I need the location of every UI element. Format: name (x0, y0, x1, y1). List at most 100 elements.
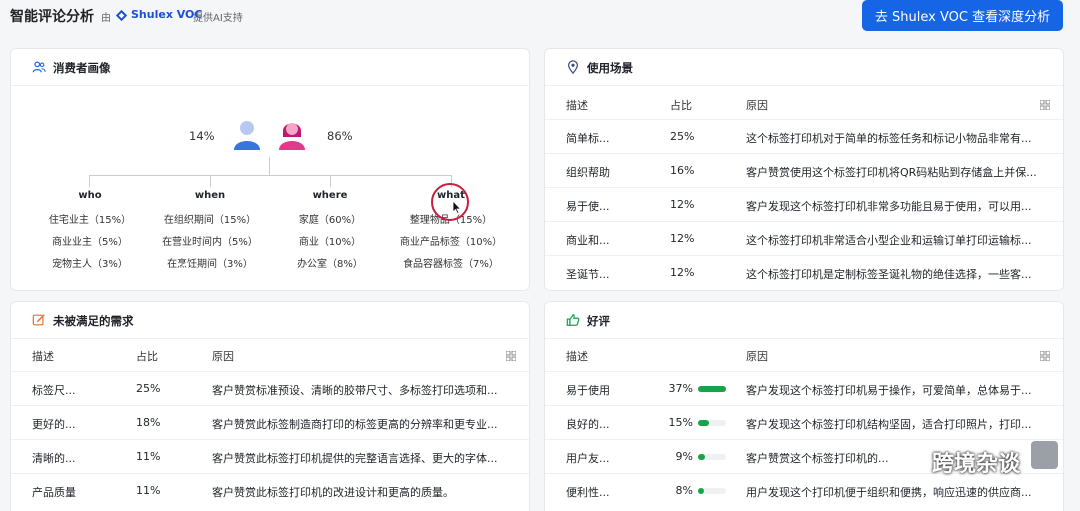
row-reason: 这个标签打印机非常适合小型企业和运输订单打印运输标... (746, 234, 1032, 247)
row-pct: 9% (675, 450, 693, 463)
column-settings-icon[interactable] (506, 351, 516, 361)
table-row[interactable]: 良好的... 15% 客户发现这个标签打印机结构坚固，适合打印照片，打印... (545, 405, 1063, 439)
tree-drop-when (210, 175, 211, 187)
row-pct: 37% (668, 382, 693, 395)
persona-item: 在组织期间（15%） (163, 215, 257, 226)
tree-branch (89, 175, 451, 176)
row-reason: 客户发现这个标签打印机非常多功能且易于使用，可以用... (746, 200, 1032, 213)
table-row[interactable]: 易于使用 37% 客户发现这个标签打印机易于操作，可爱简单，总体易于... (545, 371, 1063, 405)
female-percent: 86% (327, 129, 353, 143)
male-avatar-icon (234, 121, 260, 150)
row-desc: 商业和... (566, 234, 610, 247)
persona-item: 住宅业主（15%） (48, 215, 132, 226)
female-avatar-icon (279, 123, 305, 150)
row-reason: 客户赞赏此标签打印机提供的完整语言选择、更大的字体... (212, 452, 498, 465)
ai-support-label: 提供AI支持 (193, 13, 243, 24)
table-row[interactable]: 易于使... 12% 客户发现这个标签打印机非常多功能且易于使用，可以用... (545, 187, 1063, 221)
persona-item: 食品容器标签（7%） (403, 259, 499, 270)
row-desc: 清晰的... (32, 452, 76, 465)
header-reason: 原因 (746, 350, 768, 363)
percent-bar (698, 488, 726, 494)
table-row[interactable]: 简单标... 25% 这个标签打印机对于简单的标签任务和标记小物品非常有... (545, 119, 1063, 153)
provided-by-label: 由 (101, 13, 111, 24)
row-pct: 25% (136, 382, 161, 395)
row-desc: 易于使... (566, 200, 610, 213)
percent-bar-fill (698, 454, 705, 460)
header-desc: 描述 (566, 350, 588, 363)
row-pct: 12% (670, 266, 695, 279)
table-row[interactable]: 组织帮助 16% 客户赞赏使用这个标签打印机将QR码粘贴到存储盒上并保... (545, 153, 1063, 187)
percent-bar (698, 386, 726, 392)
location-pin-icon (568, 60, 578, 74)
male-percent: 14% (189, 129, 215, 143)
column-head-when: when (194, 190, 226, 201)
consumer-persona-card: 消费者画像 14% 86% who 住宅业主（15%） 商业业主（5%） 宠物主… (10, 48, 530, 291)
table-row[interactable]: 便利性... 8% 用户发现这个打印机便于组织和便携，响应迅速的供应商... (545, 473, 1063, 507)
row-desc: 用户友... (566, 452, 610, 465)
header-desc: 描述 (32, 350, 54, 363)
card-header: 未被满足的需求 (11, 302, 529, 339)
row-reason: 客户发现这个标签打印机结构坚固，适合打印照片，打印... (746, 418, 1032, 431)
table-row[interactable]: 标签尺... 25% 客户赞赏标准预设、清晰的胶带尺寸、多标签打印选项和... (11, 371, 529, 405)
card-title: 使用场景 (587, 61, 633, 75)
row-pct: 15% (668, 416, 693, 429)
header-pct: 占比 (670, 99, 692, 112)
percent-bar-fill (698, 420, 709, 426)
users-icon (32, 61, 46, 73)
percent-bar-fill (698, 488, 704, 494)
table-row[interactable]: 圣诞节... 12% 这个标签打印机是定制标签圣诞礼物的绝佳选择，一些客... (545, 255, 1063, 289)
edit-note-icon (32, 314, 45, 326)
persona-item: 在烹饪期间（3%） (167, 259, 253, 270)
card-header: 使用场景 (545, 49, 1063, 86)
row-desc: 组织帮助 (566, 166, 610, 179)
unmet-needs-card: 未被满足的需求 描述 占比 原因 标签尺... 25% 客户赞赏标准预设、清晰的… (10, 301, 530, 511)
tree-drop-where (330, 175, 331, 187)
row-desc: 产品质量 (32, 486, 76, 499)
row-pct: 8% (675, 484, 693, 497)
row-reason: 客户赞赏此标签制造商打印的标签更高的分辨率和更专业... (212, 418, 498, 431)
wechat-icon (901, 452, 927, 472)
header-pct: 占比 (136, 350, 158, 363)
page-title: 智能评论分析 (10, 9, 94, 25)
row-pct: 12% (670, 232, 695, 245)
header-desc: 描述 (566, 99, 588, 112)
deep-analysis-button[interactable]: 去 Shulex VOC 查看深度分析 (862, 0, 1063, 31)
row-pct: 11% (136, 450, 161, 463)
persona-item: 家庭（60%） (298, 215, 362, 226)
table-row[interactable]: 产品质量 11% 客户赞赏此标签打印机的改进设计和更高的质量。 (11, 473, 529, 507)
row-pct: 25% (670, 130, 695, 143)
header-reason: 原因 (746, 99, 768, 112)
header-reason: 原因 (212, 350, 234, 363)
row-reason: 客户赞赏标准预设、清晰的胶带尺寸、多标签打印选项和... (212, 384, 498, 397)
thumbs-up-icon (566, 314, 580, 326)
row-pct: 18% (136, 416, 161, 429)
watermark-text: 跨境杂谈 (932, 452, 1021, 477)
persona-item: 商业（10%） (298, 237, 362, 248)
row-desc: 更好的... (32, 418, 76, 431)
percent-bar-fill (698, 386, 726, 392)
row-desc: 良好的... (566, 418, 610, 431)
row-desc: 易于使用 (566, 384, 610, 397)
row-reason: 用户发现这个打印机便于组织和便携，响应迅速的供应商... (746, 486, 1032, 499)
row-reason: 这个标签打印机对于简单的标签任务和标记小物品非常有... (746, 132, 1032, 145)
row-reason: 这个标签打印机是定制标签圣诞礼物的绝佳选择，一些客... (746, 268, 1032, 281)
table-row[interactable]: 商业和... 12% 这个标签打印机非常适合小型企业和运输订单打印运输标... (545, 221, 1063, 255)
percent-bar (698, 454, 726, 460)
row-pct: 12% (670, 198, 695, 211)
persona-item: 宠物主人（3%） (52, 259, 128, 270)
tree-drop-who (89, 175, 90, 187)
card-header: 好评 (545, 302, 1063, 339)
card-title: 未被满足的需求 (53, 314, 134, 328)
column-settings-icon[interactable] (1040, 351, 1050, 361)
persona-item: 在营业时间内（5%） (162, 237, 258, 248)
percent-bar (698, 420, 726, 426)
row-pct: 11% (136, 484, 161, 497)
row-desc: 便利性... (566, 486, 610, 499)
row-desc: 标签尺... (32, 384, 76, 397)
table-row[interactable]: 更好的... 18% 客户赞赏此标签制造商打印的标签更高的分辨率和更专业... (11, 405, 529, 439)
floating-action-button[interactable] (1031, 441, 1058, 469)
table-row[interactable]: 清晰的... 11% 客户赞赏此标签打印机提供的完整语言选择、更大的字体... (11, 439, 529, 473)
column-settings-icon[interactable] (1040, 100, 1050, 110)
row-reason: 客户发现这个标签打印机易于操作，可爱简单，总体易于... (746, 384, 1032, 397)
card-header: 消费者画像 (11, 49, 529, 86)
